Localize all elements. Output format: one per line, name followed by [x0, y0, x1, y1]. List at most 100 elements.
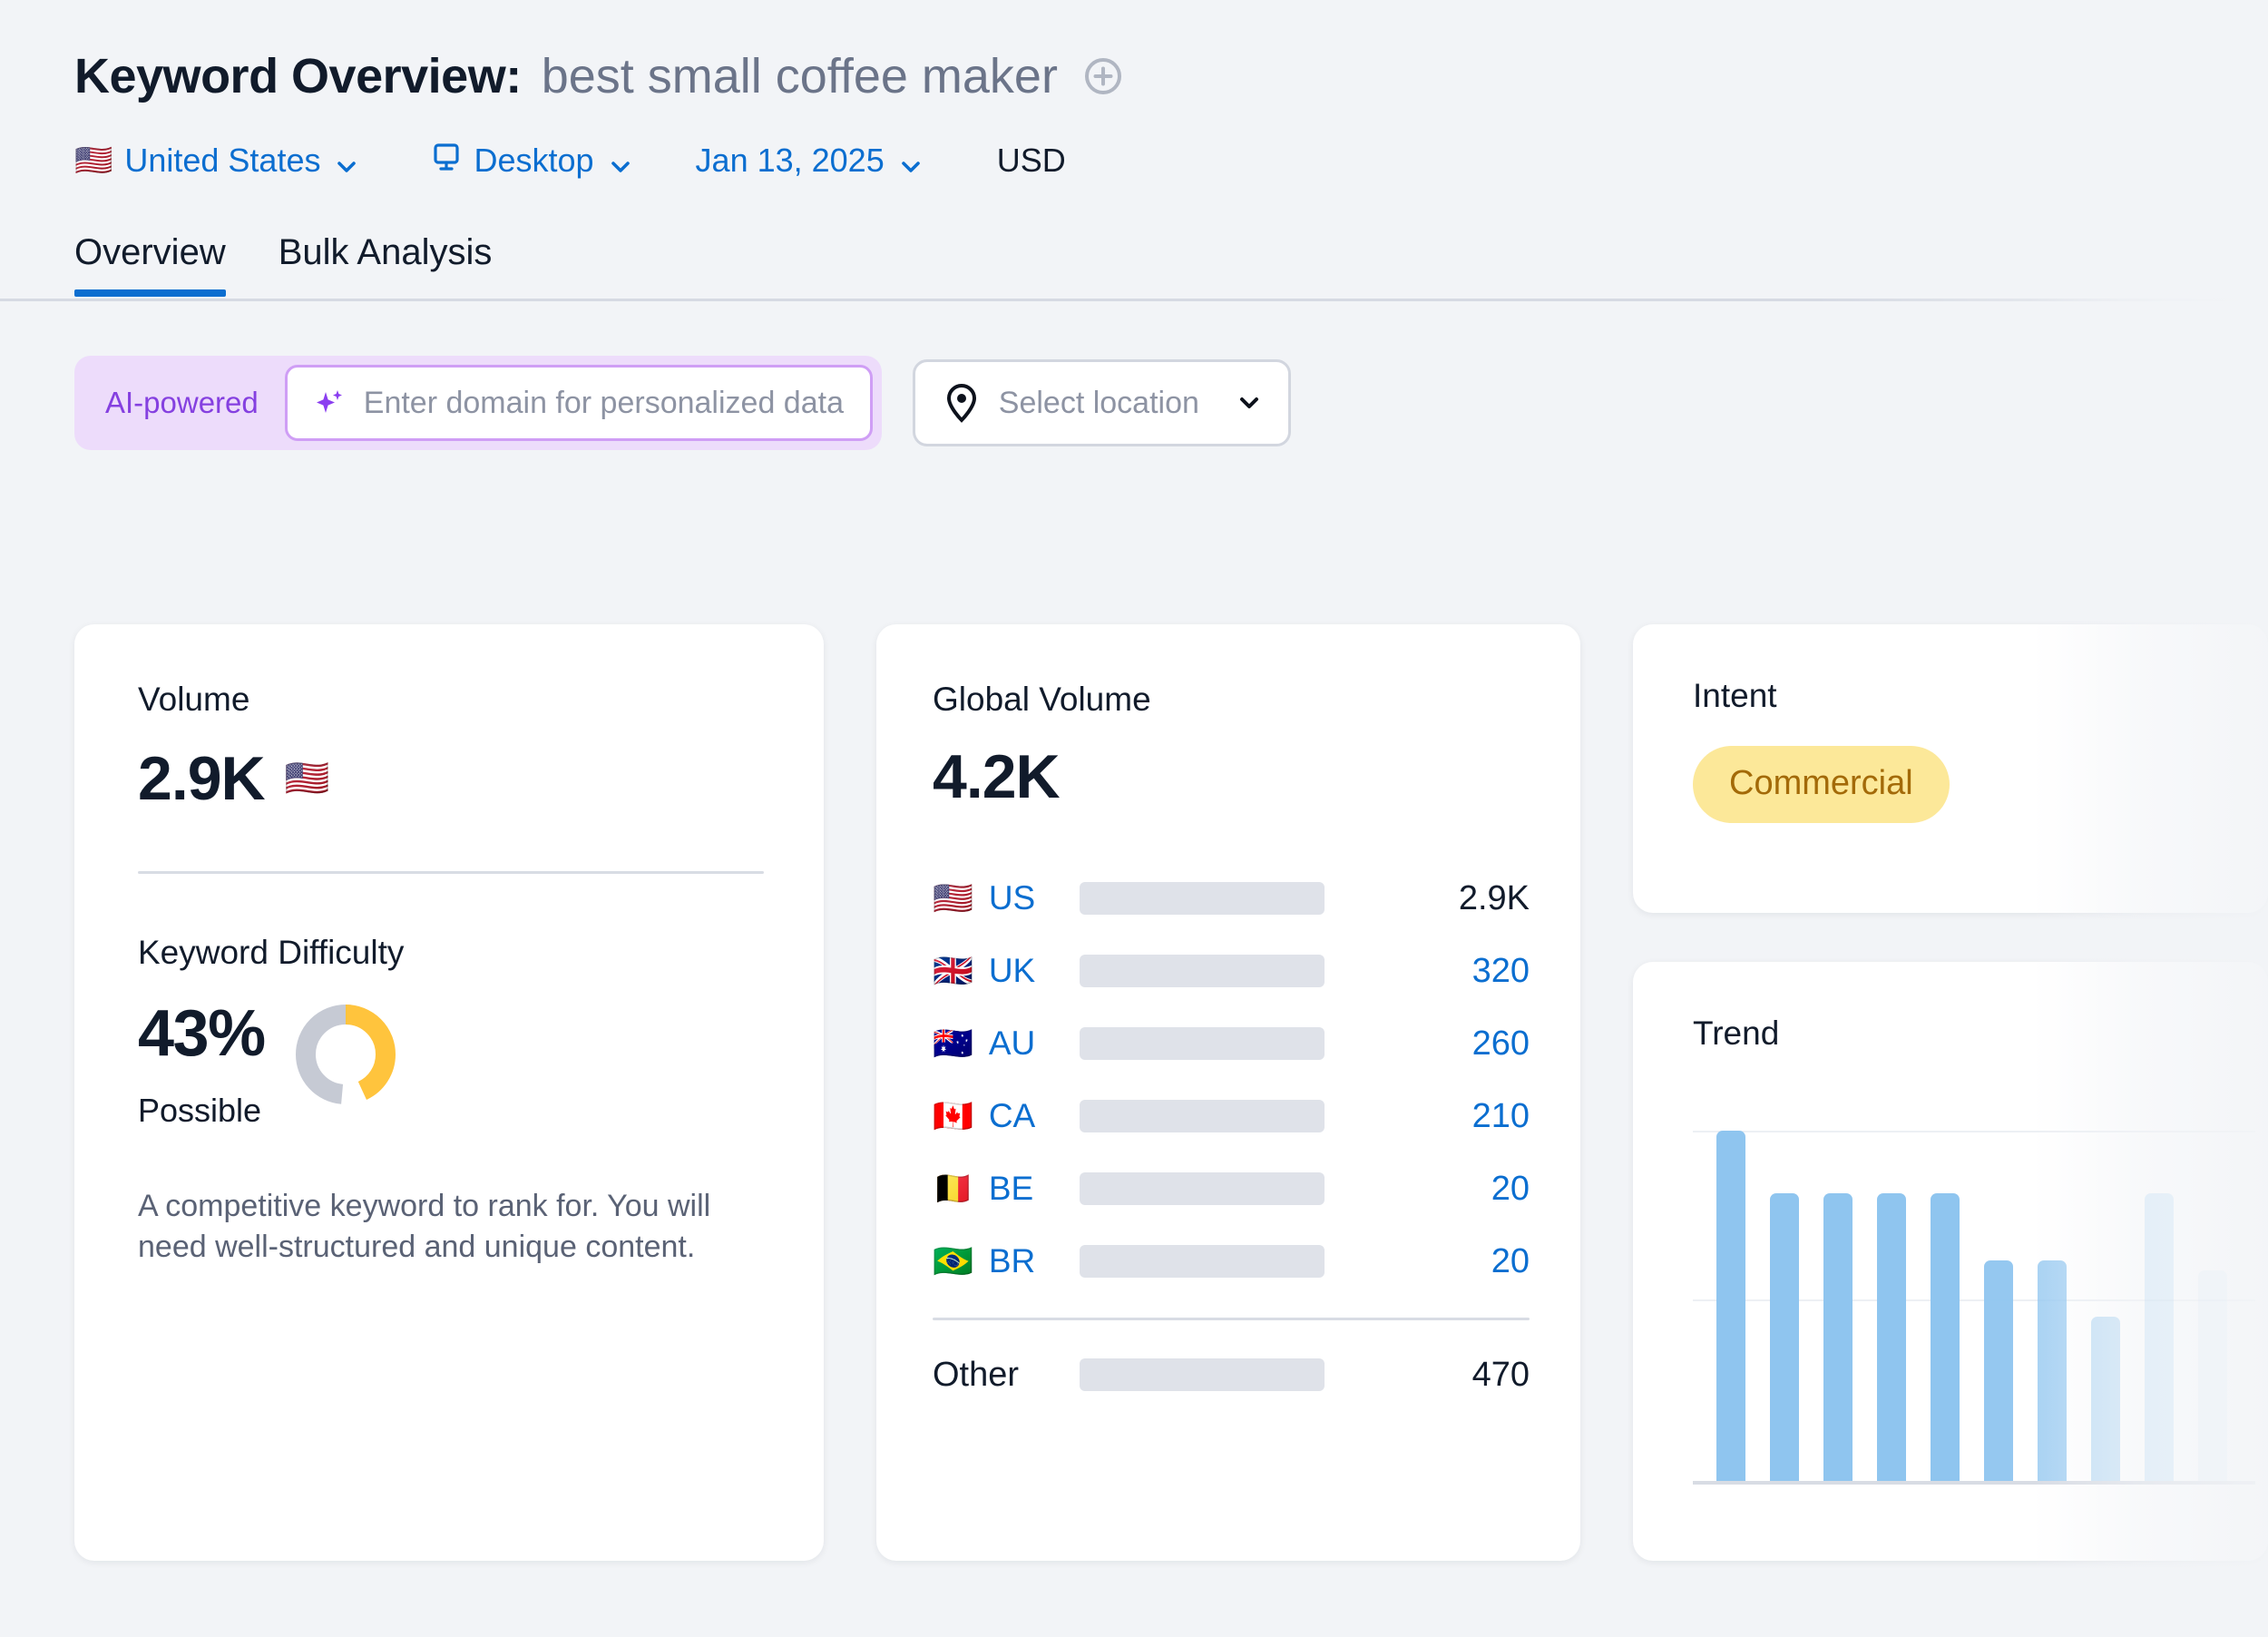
tab-overview[interactable]: Overview [74, 232, 226, 297]
trend-bar [1823, 1193, 1853, 1481]
table-row-other: Other 470 [933, 1338, 1530, 1411]
country-code: CA [989, 1097, 1035, 1135]
trend-bar [1877, 1193, 1906, 1481]
us-flag-icon: 🇺🇸 [74, 145, 112, 176]
country-code: BR [989, 1242, 1035, 1280]
plus-circle-icon[interactable] [1083, 56, 1123, 96]
trend-bar [2038, 1260, 2067, 1481]
filter-country-label: United States [124, 142, 320, 180]
location-select-placeholder: Select location [999, 386, 1199, 421]
page-title: Keyword Overview: best small coffee make… [74, 44, 2268, 109]
trend-bars [1716, 1131, 2255, 1481]
filter-date[interactable]: Jan 13, 2025 [696, 142, 923, 180]
table-row[interactable]: 🇧🇷 BR 20 [933, 1225, 1530, 1298]
keyword-difficulty-donut-chart [292, 1001, 399, 1108]
report-filters: 🇺🇸 United States Desktop Jan 13, 2025 [74, 129, 2268, 192]
tab-bar-divider [0, 299, 2268, 301]
country-volume-bar [1080, 1100, 1325, 1132]
country-breakdown-list: 🇺🇸 US 2.9K 🇬🇧 UK 320 [933, 862, 1530, 1411]
tab-bulk-analysis-label: Bulk Analysis [279, 232, 493, 272]
filter-device-label: Desktop [474, 142, 593, 180]
trend-bar [2145, 1193, 2174, 1481]
volume-value: 2.9K [138, 748, 265, 809]
volume-card-divider [138, 871, 764, 874]
intent-card: Intent Commercial [1633, 624, 2268, 913]
country-volume-value[interactable]: 320 [1325, 952, 1530, 991]
desktop-monitor-icon [431, 142, 462, 181]
country-code: US [989, 879, 1035, 917]
country-code: BE [989, 1170, 1033, 1208]
trend-bar-chart [1693, 1131, 2255, 1485]
country-flag-icon: 🇨🇦 [933, 1100, 973, 1132]
other-volume-bar [1080, 1358, 1325, 1391]
country-volume-value[interactable]: 210 [1325, 1097, 1530, 1136]
country-volume-bar [1080, 1245, 1325, 1278]
filter-currency-label: USD [997, 142, 1066, 180]
domain-input[interactable]: Enter domain for personalized data [285, 365, 873, 441]
country-volume-value[interactable]: 20 [1325, 1242, 1530, 1281]
table-row[interactable]: 🇦🇺 AU 260 [933, 1007, 1530, 1080]
volume-card-label: Volume [138, 681, 764, 719]
table-row[interactable]: 🇨🇦 CA 210 [933, 1080, 1530, 1152]
ai-powered-badge: AI-powered [105, 386, 285, 420]
filter-date-label: Jan 13, 2025 [696, 142, 885, 180]
filter-country[interactable]: 🇺🇸 United States [74, 142, 358, 180]
status-badge[interactable]: Commercial [1693, 746, 1950, 823]
keyword-difficulty-status: Possible [138, 1092, 265, 1130]
trend-bar [1931, 1193, 1960, 1481]
tab-bar: Overview Bulk Analysis [0, 232, 2268, 309]
trend-bar [1770, 1193, 1799, 1481]
ai-powered-group: AI-powered Enter domain for personalized… [74, 356, 882, 450]
country-flag-icon: 🇺🇸 [933, 882, 973, 915]
trend-bar [2091, 1317, 2120, 1481]
table-row[interactable]: 🇬🇧 UK 320 [933, 935, 1530, 1007]
filter-device[interactable]: Desktop [431, 142, 631, 181]
country-flag-icon: 🇧🇪 [933, 1172, 973, 1205]
tab-bulk-analysis[interactable]: Bulk Analysis [279, 232, 493, 297]
country-code: UK [989, 952, 1035, 990]
intent-card-label: Intent [1693, 677, 2268, 715]
chart-axis [1693, 1481, 2255, 1485]
global-volume-value: 4.2K [933, 746, 1530, 808]
keyword-difficulty-row: 43% Possible [138, 997, 764, 1130]
chevron-down-icon [335, 149, 358, 172]
global-volume-label: Global Volume [933, 681, 1530, 719]
country-flag-icon: 🇦🇺 [933, 1027, 973, 1060]
us-flag-icon: 🇺🇸 [285, 760, 330, 797]
country-code: AU [989, 1024, 1035, 1063]
other-label: Other [933, 1356, 1019, 1395]
volume-card: Volume 2.9K 🇺🇸 Keyword Difficulty 43% Po… [74, 624, 824, 1561]
chevron-down-icon [899, 149, 923, 172]
tab-overview-label: Overview [74, 232, 226, 272]
chevron-down-icon [1237, 391, 1261, 415]
trend-bar [1716, 1131, 1745, 1481]
page-header: Keyword Overview: best small coffee make… [0, 0, 2268, 192]
country-volume-bar [1080, 1172, 1325, 1205]
country-volume-bar [1080, 882, 1325, 915]
page-title-keyword: best small coffee maker [542, 48, 1058, 104]
right-column: Intent Commercial Trend [1633, 624, 2268, 1561]
trend-card: Trend [1633, 962, 2268, 1561]
trend-bar [1984, 1260, 2013, 1481]
country-volume-bar [1080, 1027, 1325, 1060]
personalization-bar: AI-powered Enter domain for personalized… [0, 356, 2268, 450]
table-row[interactable]: 🇧🇪 BE 20 [933, 1152, 1530, 1225]
country-flag-icon: 🇧🇷 [933, 1245, 973, 1278]
page-title-prefix: Keyword Overview: [74, 48, 522, 104]
trend-bar [2198, 1270, 2227, 1481]
country-flag-icon: 🇬🇧 [933, 955, 973, 987]
domain-input-placeholder: Enter domain for personalized data [364, 386, 844, 421]
global-volume-divider [933, 1318, 1530, 1320]
country-volume-value[interactable]: 20 [1325, 1170, 1530, 1209]
country-volume-bar [1080, 955, 1325, 987]
table-row[interactable]: 🇺🇸 US 2.9K [933, 862, 1530, 935]
keyword-difficulty-label: Keyword Difficulty [138, 934, 764, 972]
location-select[interactable]: Select location [913, 359, 1291, 446]
keyword-difficulty-percent: 43% [138, 1001, 265, 1066]
country-volume-value: 2.9K [1325, 879, 1530, 918]
map-pin-icon [944, 383, 979, 423]
other-volume-value: 470 [1325, 1356, 1530, 1395]
country-volume-value[interactable]: 260 [1325, 1024, 1530, 1064]
chevron-down-icon [609, 149, 632, 172]
filter-currency: USD [997, 142, 1066, 180]
